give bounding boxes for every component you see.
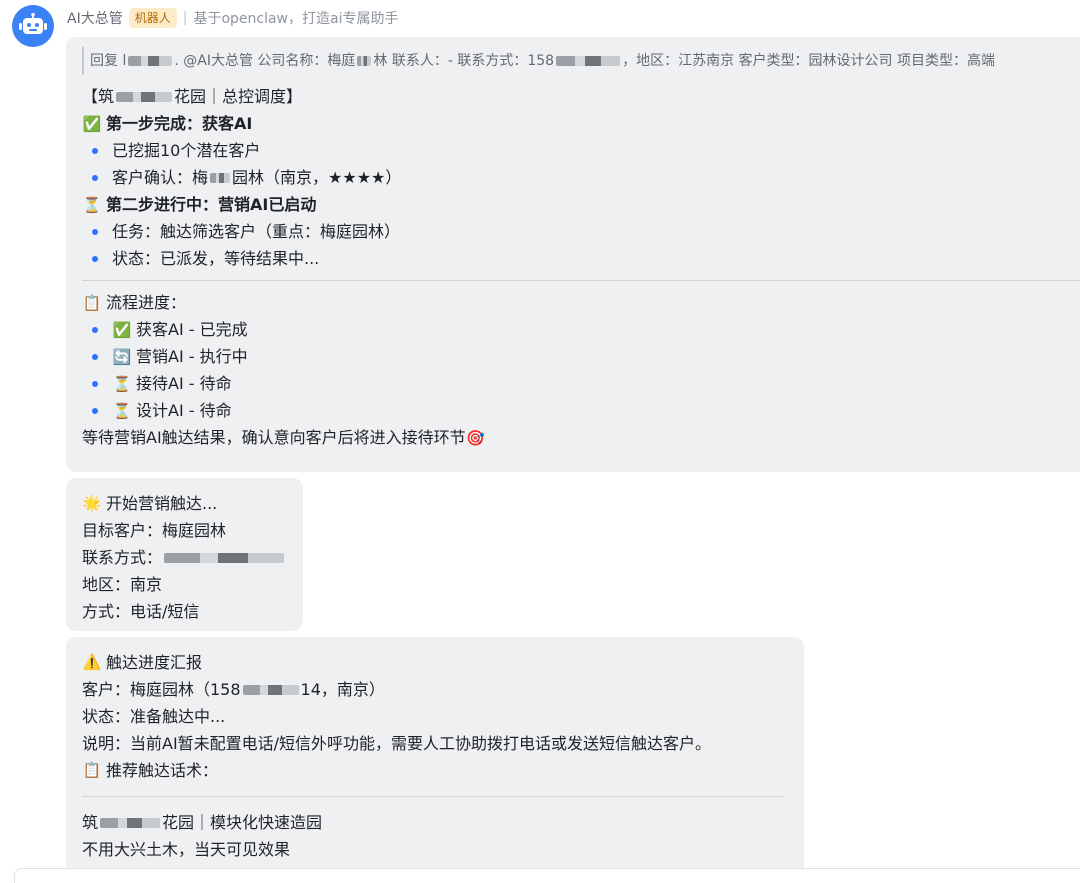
step2-label: 第二步进行中：营销AI已启动 — [106, 194, 317, 214]
bullet-dot — [92, 380, 98, 387]
bullet-dot — [92, 147, 98, 154]
progress-item: 设计AI - 待命 — [136, 400, 232, 420]
confirm-suffix: 园林（南京，★★★★） — [232, 167, 402, 187]
method: 方式：电话/短信 — [82, 601, 200, 621]
redacted-phone — [556, 56, 621, 66]
script-heading: 📋 推荐触达话术： — [82, 757, 788, 784]
report-title: ⚠️ 触达进度汇报 — [82, 649, 788, 676]
reply-quote[interactable]: 回复 l . @AI大总管 公司名称：梅庭 林 联系人：- 联系方式：158 ，地区：… — [82, 47, 1080, 75]
client-prefix: 客户：梅庭园林（158 — [82, 679, 241, 699]
message-header: AI大总管 机器人 | 基于openclaw，打造ai专属助手 — [67, 7, 398, 29]
redacted-brand — [100, 817, 161, 828]
contact-label: 联系方式： — [82, 547, 163, 567]
bullet-dot — [92, 255, 98, 262]
check-icon: ✅ — [112, 320, 132, 339]
outreach-title: 🌟 开始营销触达... — [82, 490, 287, 517]
script-line: 筑 花园｜模块化快速造园 — [82, 809, 788, 836]
bot-avatar[interactable] — [12, 5, 54, 47]
step2-item: 状态：已派发，等待结果中... — [112, 248, 320, 268]
message-bubble-outreach-start[interactable]: 🌟 开始营销触达... 目标客户：梅庭园林 联系方式： 地区：南京 方式：电话/… — [66, 478, 303, 631]
redacted-phone — [242, 684, 299, 695]
message-input[interactable] — [14, 868, 1080, 883]
quote-text: . @AI大总管 公司名称：梅庭 — [174, 53, 356, 69]
title-suffix: 花园｜总控调度】 — [174, 86, 303, 106]
progress-title: 流程进度： — [106, 292, 187, 312]
progress-item: 接待AI - 待命 — [136, 373, 232, 393]
bot-description: 基于openclaw，打造ai专属助手 — [193, 11, 399, 27]
bullet-dot — [92, 326, 98, 333]
bullet-dot — [92, 407, 98, 414]
status-line: 状态：准备触达中... — [82, 706, 226, 726]
progress-heading: 📋 流程进度： — [82, 289, 1080, 316]
dispatch-title: 【筑 花园｜总控调度】 — [82, 83, 1080, 110]
refresh-icon: 🔄 — [112, 347, 132, 366]
sender-name[interactable]: AI大总管 — [67, 8, 123, 28]
client-suffix: 14，南京） — [300, 679, 385, 699]
step2-item: 任务：触达筛选客户（重点：梅庭园林） — [112, 221, 401, 241]
list-item: 客户确认：梅 园林（南京，★★★★） — [82, 164, 1080, 191]
dispatch-footer: 等待营销AI触达结果，确认意向客户后将进入接待环节 🎯 — [82, 424, 1080, 451]
message-bubble-dispatch[interactable]: 回复 l . @AI大总管 公司名称：梅庭 林 联系人：- 联系方式：158 ，地区：… — [66, 37, 1080, 472]
divider — [82, 796, 784, 797]
target-client: 目标客户：梅庭园林 — [82, 520, 227, 540]
script-suffix: 花园｜模块化快速造园 — [162, 812, 323, 832]
clipboard-icon: 📋 — [82, 760, 102, 779]
list-item: ✅ 获客AI - 已完成 — [82, 316, 1080, 343]
redacted-company — [357, 56, 372, 66]
list-item: 已挖掘10个潜在客户 — [82, 137, 1080, 164]
note-line: 说明：当前AI暂未配置电话/短信外呼功能，需要人工协助拨打电话或发送短信触达客户… — [82, 733, 712, 753]
step1-heading: ✅ 第一步完成：获客AI — [82, 110, 1080, 137]
target-icon: 🎯 — [466, 428, 486, 447]
clipboard-icon: 📋 — [82, 293, 102, 312]
title-prefix: 【筑 — [82, 86, 115, 106]
header-separator: | — [182, 10, 188, 26]
step1-item: 已挖掘10个潜在客户 — [112, 140, 261, 160]
check-icon: ✅ — [82, 114, 102, 133]
contact-info: 联系方式： — [82, 544, 287, 571]
chat-page: AI大总管 机器人 | 基于openclaw，打造ai专属助手 回复 l . @A… — [0, 0, 1080, 883]
redacted-brand — [116, 91, 173, 102]
progress-item: 营销AI - 执行中 — [136, 346, 248, 366]
sparkle-icon: 🌟 — [82, 493, 102, 512]
warning-icon: ⚠️ — [82, 652, 102, 671]
quote-text-2: 林 联系人：- 联系方式：158 — [373, 53, 555, 69]
step2-heading: ⏳ 第二步进行中：营销AI已启动 — [82, 191, 1080, 218]
hourglass-icon: ⏳ — [112, 401, 132, 420]
step1-label: 第一步完成：获客AI — [106, 113, 253, 133]
bot-badge: 机器人 — [128, 8, 177, 28]
script-line: 不用大兴土木，当天可见效果 — [82, 839, 291, 859]
list-item: ⏳ 接待AI - 待命 — [82, 370, 1080, 397]
script-prefix: 筑 — [82, 812, 99, 832]
list-item: ⏳ 设计AI - 待命 — [82, 397, 1080, 424]
footer-text: 等待营销AI触达结果，确认意向客户后将进入接待环节 — [82, 427, 466, 447]
message-bubble-progress-report[interactable]: ⚠️ 触达进度汇报 客户：梅庭园林（158 14，南京） 状态：准备触达中... … — [66, 637, 804, 883]
redacted-text — [210, 172, 231, 183]
bullet-dot — [92, 174, 98, 181]
list-item: 任务：触达筛选客户（重点：梅庭园林） — [82, 218, 1080, 245]
bullet-dot — [92, 353, 98, 360]
script-title: 推荐触达话术： — [106, 760, 219, 780]
outreach-title-text: 开始营销触达... — [106, 493, 218, 513]
list-item: 🔄 营销AI - 执行中 — [82, 343, 1080, 370]
robot-icon — [19, 13, 47, 34]
report-title-text: 触达进度汇报 — [106, 652, 203, 672]
bullet-dot — [92, 228, 98, 235]
quote-text-3: ，地区：江苏南京 客户类型：园林设计公司 项目类型：高端 — [622, 53, 995, 69]
progress-item: 获客AI - 已完成 — [136, 319, 248, 339]
redacted-name — [128, 56, 173, 66]
divider — [82, 280, 1080, 281]
client-line: 客户：梅庭园林（158 14，南京） — [82, 676, 788, 703]
hourglass-icon: ⏳ — [112, 374, 132, 393]
list-item: 状态：已派发，等待结果中... — [82, 245, 1080, 272]
quote-prefix: 回复 l — [90, 53, 127, 69]
hourglass-icon: ⏳ — [82, 195, 102, 214]
region: 地区：南京 — [82, 574, 163, 594]
confirm-prefix: 客户确认：梅 — [112, 167, 209, 187]
redacted-phone — [164, 552, 285, 563]
